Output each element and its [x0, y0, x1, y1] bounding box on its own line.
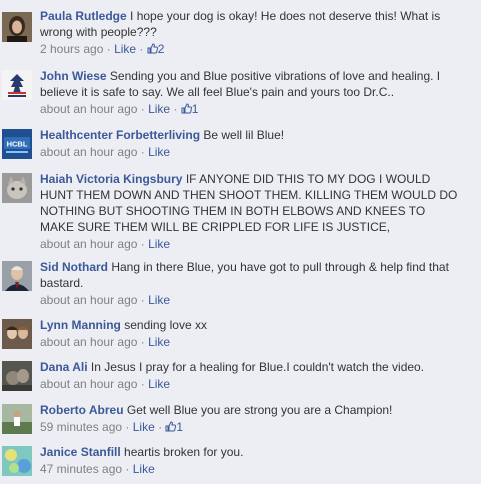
- comment-author[interactable]: Sid Nothard: [40, 260, 108, 274]
- thumbs-up-icon: [147, 43, 158, 54]
- comment-meta: about an hour ago · Like: [40, 145, 171, 159]
- like-button[interactable]: Like: [148, 102, 170, 116]
- like-button[interactable]: Like: [148, 237, 170, 251]
- comment-timestamp[interactable]: about an hour ago: [40, 102, 137, 116]
- avatar[interactable]: [2, 173, 32, 203]
- avatar[interactable]: HCBL: [2, 129, 32, 159]
- comment-feed: Paula Rutledge I hope your dog is okay! …: [0, 0, 481, 484]
- comment-timestamp[interactable]: 47 minutes ago: [40, 462, 122, 476]
- comment-author[interactable]: Dana Ali: [40, 360, 88, 374]
- avatar[interactable]: [2, 404, 32, 434]
- comment-timestamp[interactable]: about an hour ago: [40, 377, 137, 391]
- comment-author[interactable]: Janice Stanfill: [40, 445, 121, 459]
- comment-text: sending love xx: [124, 318, 207, 332]
- comment-text: heartis broken for you.: [124, 445, 244, 459]
- avatar[interactable]: [2, 319, 32, 349]
- like-button[interactable]: Like: [148, 145, 170, 159]
- comment-timestamp[interactable]: about an hour ago: [40, 335, 137, 349]
- avatar[interactable]: [2, 70, 32, 100]
- comment-text: Get well Blue you are strong you are a C…: [126, 403, 393, 417]
- comment-text: In Jesus I pray for a healing for Blue.I…: [90, 360, 425, 374]
- comment-author[interactable]: John Wiese: [40, 69, 107, 83]
- comment-author[interactable]: Haiah Victoria Kingsbury: [40, 172, 182, 186]
- comment-timestamp[interactable]: about an hour ago: [40, 237, 137, 251]
- avatar[interactable]: [2, 361, 32, 391]
- comment-meta: about an hour ago · Like · 1: [40, 102, 199, 116]
- avatar[interactable]: [2, 12, 32, 42]
- comment-author[interactable]: Lynn Manning: [40, 318, 121, 332]
- like-button[interactable]: Like: [148, 293, 170, 307]
- comment-author[interactable]: Healthcenter Forbetterliving: [40, 128, 200, 142]
- comment-timestamp[interactable]: about an hour ago: [40, 145, 137, 159]
- comment-timestamp[interactable]: 2 hours ago: [40, 42, 103, 56]
- comment-meta: about an hour ago · Like: [40, 293, 171, 307]
- comment-meta: about an hour ago · Like: [40, 335, 171, 349]
- logo-text: HCBL: [7, 140, 28, 149]
- comment-meta: about an hour ago · Like: [40, 237, 171, 251]
- comment-meta: 2 hours ago · Like · 2: [40, 42, 165, 56]
- thumbs-up-icon: [165, 421, 177, 432]
- comment-author[interactable]: Paula Rutledge: [40, 9, 127, 23]
- avatar[interactable]: [2, 261, 32, 291]
- comment-meta: about an hour ago · Like: [40, 377, 171, 391]
- comment-meta: 59 minutes ago · Like · 1: [40, 420, 184, 434]
- like-count[interactable]: 1: [165, 420, 183, 434]
- comment-meta: 47 minutes ago · Like: [40, 462, 155, 476]
- like-count[interactable]: 2: [147, 42, 164, 56]
- comment-timestamp[interactable]: 59 minutes ago: [40, 420, 122, 434]
- comment-timestamp[interactable]: about an hour ago: [40, 293, 137, 307]
- like-button[interactable]: Like: [114, 42, 136, 56]
- comment-text: Be well lil Blue!: [203, 128, 285, 142]
- like-button[interactable]: Like: [133, 462, 155, 476]
- like-button[interactable]: Like: [148, 377, 170, 391]
- thumbs-up-icon: [181, 103, 192, 114]
- like-button[interactable]: Like: [133, 420, 155, 434]
- avatar[interactable]: [2, 446, 32, 476]
- like-count[interactable]: 1: [181, 102, 198, 116]
- comment-author[interactable]: Roberto Abreu: [40, 403, 124, 417]
- like-button[interactable]: Like: [148, 335, 170, 349]
